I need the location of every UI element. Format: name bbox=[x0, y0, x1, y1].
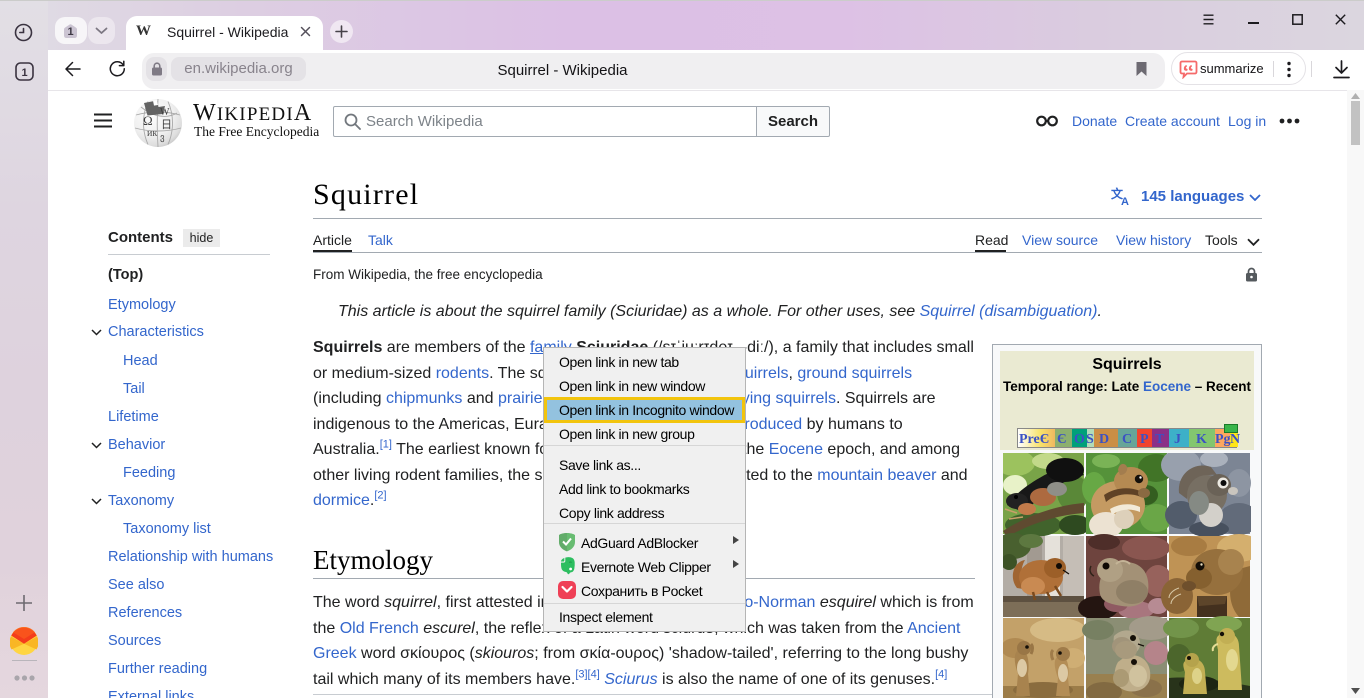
svg-text:ик: ик bbox=[147, 128, 157, 139]
svg-text:1: 1 bbox=[67, 26, 73, 38]
svg-text:Ω: Ω bbox=[143, 113, 153, 128]
svg-text:日: 日 bbox=[161, 119, 172, 131]
svg-text:ვ: ვ bbox=[160, 132, 165, 143]
svg-text:A: A bbox=[1121, 196, 1129, 206]
svg-text:1: 1 bbox=[21, 67, 27, 79]
svg-text:W: W bbox=[160, 107, 170, 118]
